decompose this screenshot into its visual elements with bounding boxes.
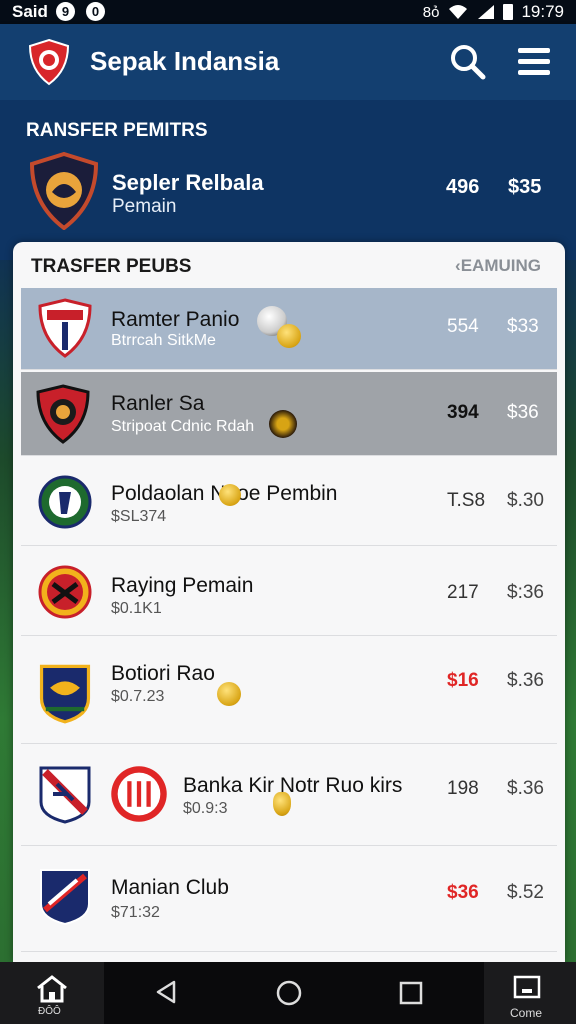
- clock: 19:79: [521, 2, 564, 21]
- app-bar: Sepak Indansia: [0, 24, 576, 100]
- wifi-icon: [449, 5, 468, 19]
- battery-icon: [503, 4, 514, 20]
- player-name: Botiori Rao: [111, 662, 215, 685]
- status-bar: Said 9 0 8ỏ 19:79: [0, 0, 576, 24]
- section-heading: RANSFER PEMITRS: [26, 120, 208, 141]
- featured-subtitle: Pemain: [112, 196, 177, 217]
- system-nav-bar: ĐÔÔ Come: [0, 962, 576, 1024]
- recents-icon[interactable]: [398, 980, 424, 1006]
- list-action-link[interactable]: ‹EAMUING: [455, 256, 541, 276]
- club-crest-icon: [39, 766, 91, 824]
- value-2: $.52: [507, 882, 544, 903]
- home-label: ĐÔÔ: [38, 1006, 61, 1017]
- club-crest-icon: [38, 565, 92, 619]
- value-1: 394: [447, 402, 479, 423]
- list-item[interactable]: Ranler Sa Stripoat Cdnic Rdah 394 $36: [21, 372, 557, 456]
- coin-icon: [219, 484, 241, 506]
- value-2: $.30: [507, 490, 544, 511]
- coin-icon: [217, 682, 241, 706]
- list-item[interactable]: Botiori Rao $0.7.23 $16 $.36: [21, 636, 557, 744]
- list-item[interactable]: Banka Kir Notr Ruo kirs $0.9:3 198 $.36: [21, 744, 557, 846]
- value-1: 554: [447, 316, 479, 337]
- signal-label: 8ỏ: [422, 3, 440, 21]
- come-label: Come: [510, 1006, 543, 1020]
- featured-value-1: 496: [446, 176, 480, 198]
- list-item[interactable]: Poldaolan Naoe Pembin $SL374 T.S8 $.30: [21, 456, 557, 546]
- club-crest-icon: [38, 298, 92, 358]
- list-item[interactable]: Manian Club $71:32 $36 $.52: [21, 846, 557, 952]
- list-item[interactable]: Raying Pemain $0.1K1 217 $:36: [21, 546, 557, 636]
- club-logo-icon[interactable]: [26, 38, 72, 86]
- value-1: $36: [447, 882, 479, 903]
- player-detail: $0.1K1: [111, 600, 162, 617]
- list-item[interactable]: Ramter Panio Btrrcah SitkMe 554 $33: [21, 288, 557, 370]
- sync-icon: 0: [86, 2, 105, 21]
- club-crest-icon: [29, 152, 99, 230]
- value-1: 217: [447, 582, 479, 603]
- back-icon[interactable]: [152, 978, 180, 1006]
- list-title: TRASFER PEUBS: [31, 256, 192, 277]
- coin-icon: [277, 324, 301, 348]
- transfer-list-card: TRASFER PEUBS ‹EAMUING Ramter Panio Btrr…: [13, 242, 565, 962]
- player-detail: $0.9:3: [183, 800, 228, 817]
- player-name: Ranler Sa: [111, 392, 205, 415]
- player-name: Manian Club: [111, 876, 229, 899]
- value-2: $33: [507, 316, 539, 337]
- cell-signal-icon: [478, 5, 495, 19]
- come-tab[interactable]: Come: [484, 962, 576, 1024]
- list-header: TRASFER PEUBS ‹EAMUING: [13, 242, 565, 288]
- home-tab[interactable]: ĐÔÔ: [0, 962, 104, 1024]
- club-crest-icon: [40, 869, 90, 926]
- club-crest-icon: [111, 766, 167, 822]
- featured-name: Sepler Relbala: [112, 170, 264, 195]
- club-crest-icon: [38, 475, 92, 529]
- club-crest-icon: [36, 384, 90, 444]
- player-detail: $SL374: [111, 508, 167, 525]
- value-2: $36: [507, 402, 539, 423]
- status-indicators: 8ỏ 19:79: [423, 2, 564, 22]
- player-detail: Stripoat Cdnic Rdah: [111, 418, 255, 435]
- value-1: 198: [447, 778, 479, 799]
- carrier-label: Said: [12, 2, 48, 21]
- badge-icon: [269, 410, 297, 438]
- app-title: Sepak Indansia: [90, 46, 280, 76]
- value-2: $.36: [507, 670, 544, 691]
- home-icon: [37, 975, 67, 1003]
- player-name: Banka Kir Notr Ruo kirs: [183, 774, 403, 797]
- featured-value-2: $35: [508, 176, 542, 198]
- player-name: Raying Pemain: [111, 574, 254, 597]
- value-1: $16: [447, 670, 479, 691]
- notification-icon: 9: [56, 2, 75, 21]
- player-detail: $71:32: [111, 904, 160, 921]
- trophy-icon: [273, 792, 291, 816]
- home-circle-icon[interactable]: [274, 978, 304, 1008]
- window-icon: [513, 975, 541, 999]
- player-detail: Btrrcah SitkMe: [111, 332, 216, 349]
- search-icon[interactable]: [448, 42, 488, 82]
- player-name: Ramter Panio: [111, 308, 240, 331]
- player-detail: $0.7.23: [111, 688, 165, 705]
- menu-icon[interactable]: [512, 42, 556, 82]
- club-crest-icon: [39, 664, 91, 724]
- value-2: $.36: [507, 778, 544, 799]
- featured-transfer[interactable]: RANSFER PEMITRS Sepler Relbala Pemain 49…: [0, 100, 576, 260]
- value-2: $:36: [507, 582, 544, 603]
- value-1: T.S8: [447, 490, 486, 511]
